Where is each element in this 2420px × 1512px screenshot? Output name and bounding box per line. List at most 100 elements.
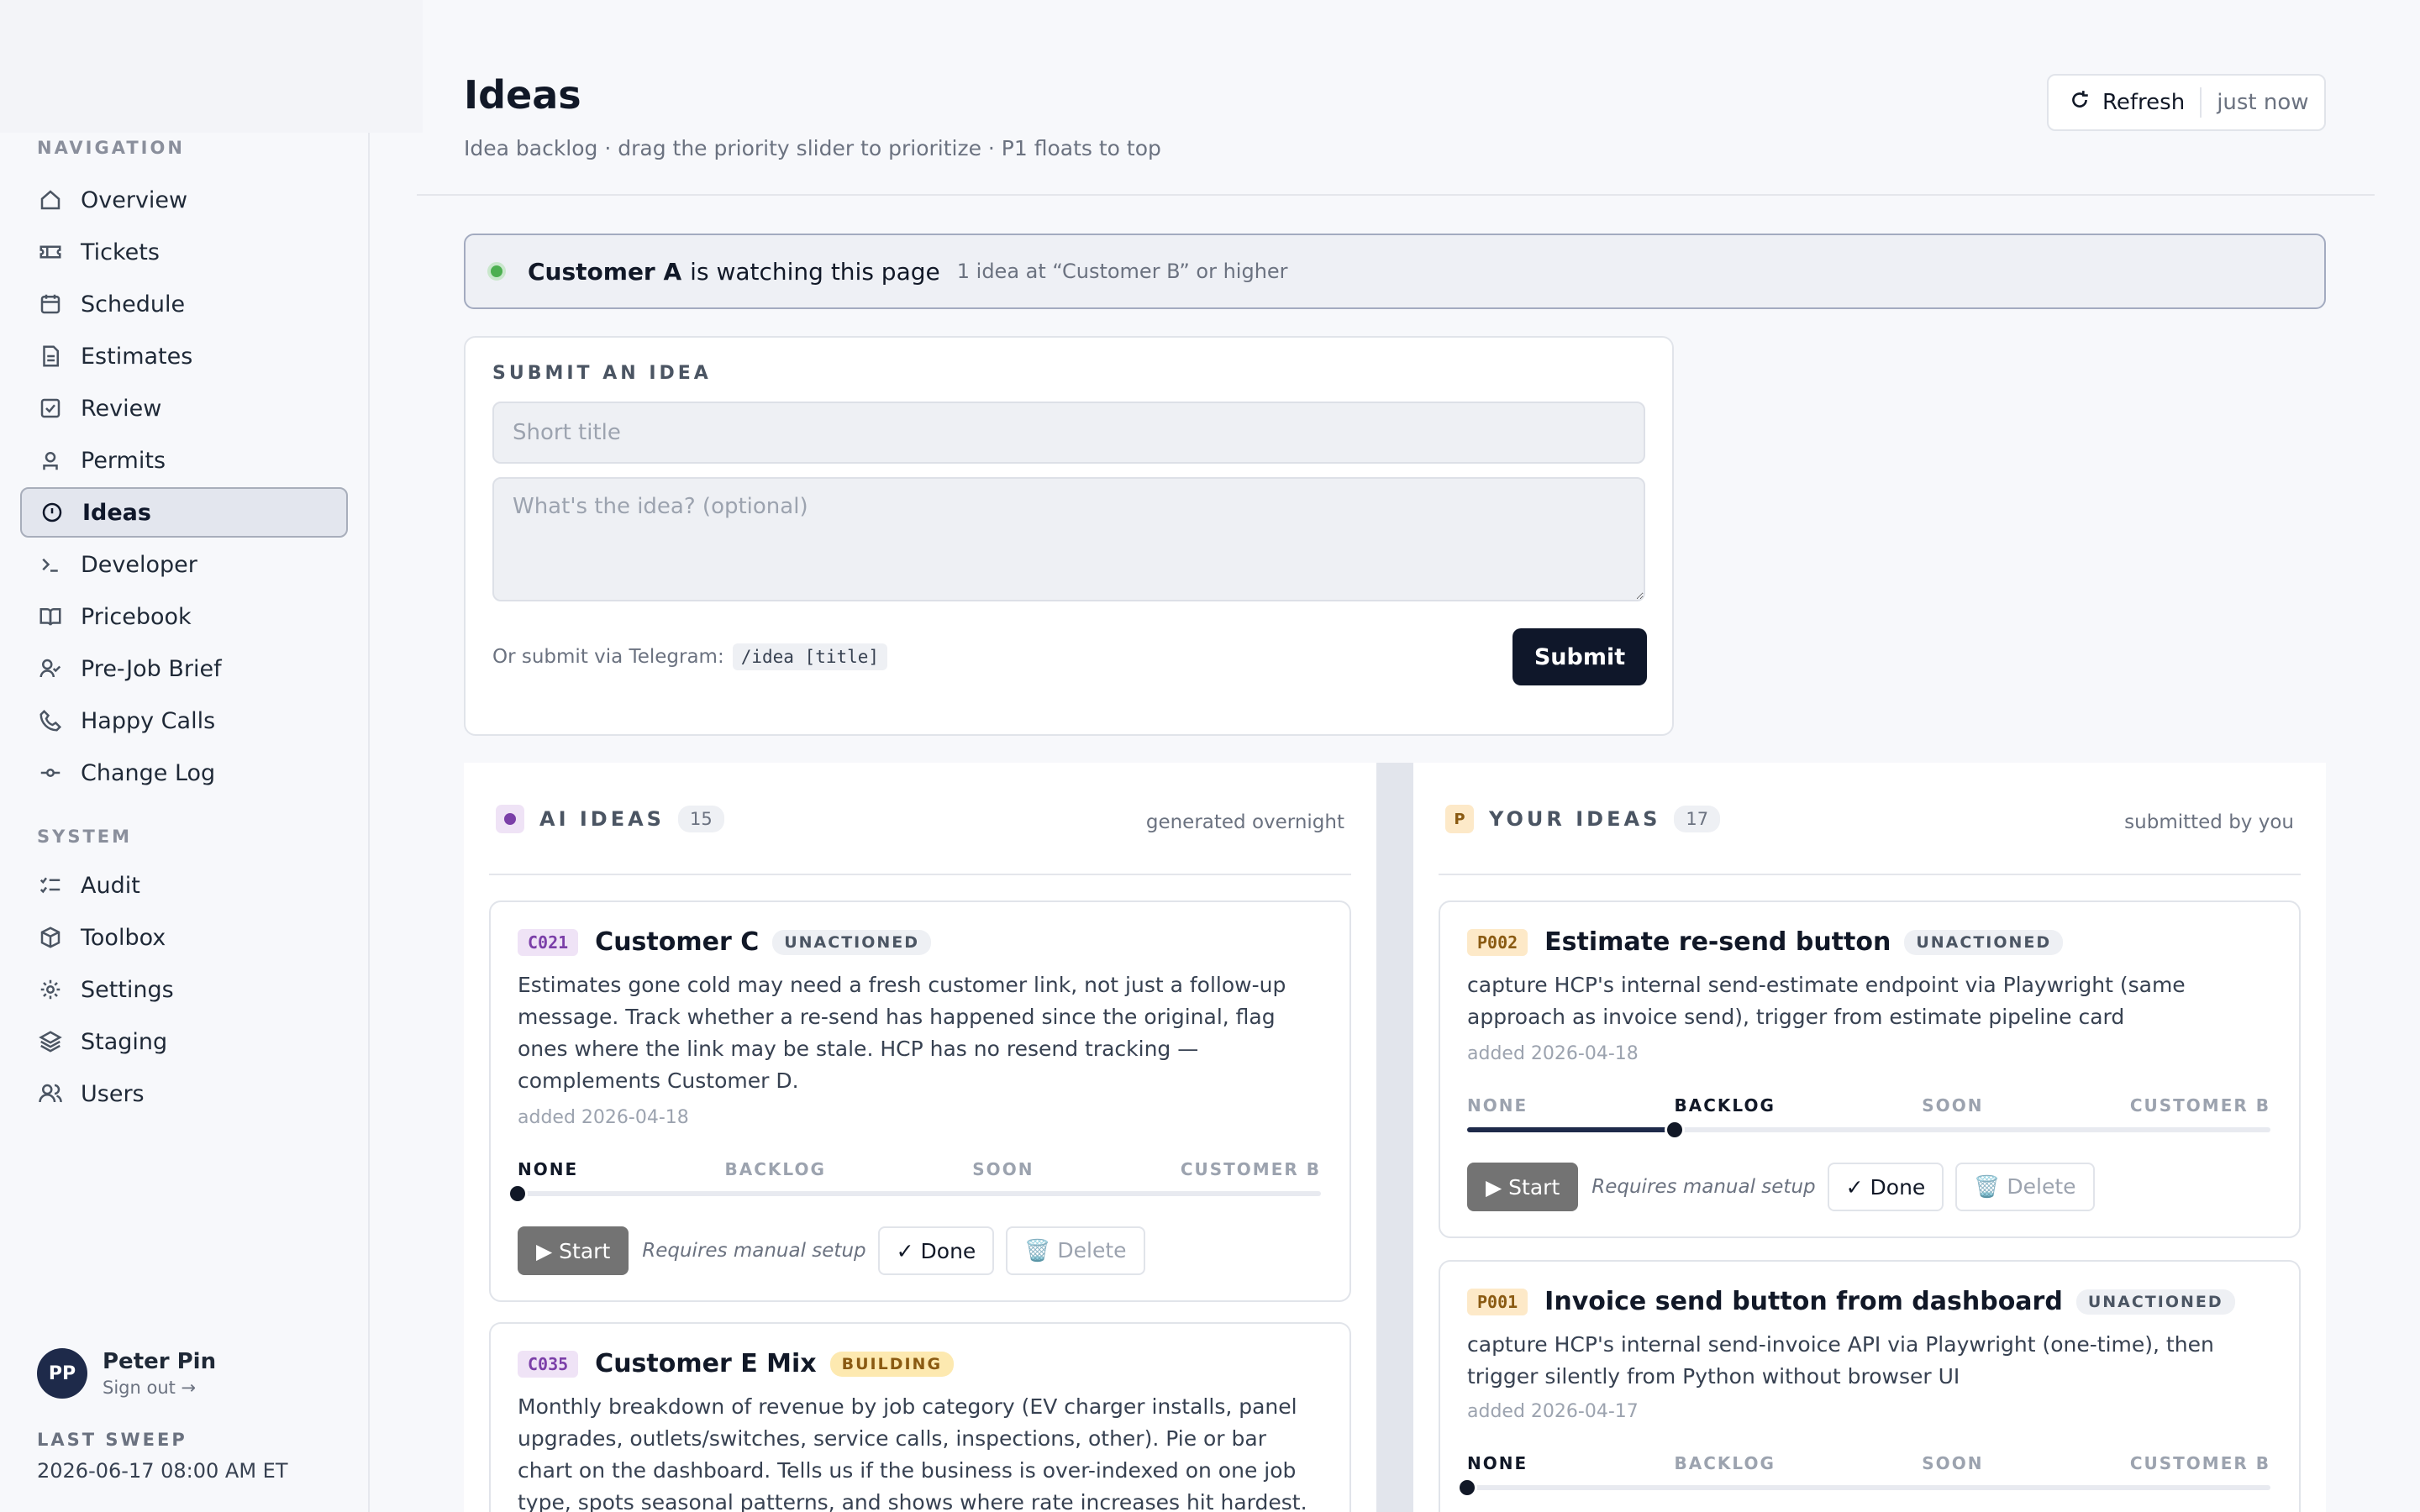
divider [1439, 874, 2301, 875]
delete-button[interactable]: 🗑️ Delete [1006, 1226, 1145, 1275]
priority-label-soon[interactable]: SOON [972, 1159, 1034, 1179]
delete-button[interactable]: 🗑️ Delete [1955, 1163, 2095, 1211]
idea-description-input[interactable] [492, 477, 1645, 601]
sidebar: NAVIGATION Overview Tickets Schedule Est… [0, 133, 370, 1512]
checklist-icon [37, 872, 64, 899]
last-refreshed: just now [2217, 90, 2309, 115]
priority-slider-handle[interactable] [508, 1184, 528, 1204]
idea-description: Estimates gone cold may need a fresh cus… [518, 973, 1286, 1093]
sidebar-item-users[interactable]: Users [20, 1068, 348, 1119]
sidebar-item-label: Schedule [81, 291, 186, 318]
checkbox-icon [37, 395, 64, 422]
telegram-command: /idea [title] [732, 643, 888, 670]
priority-slider[interactable] [508, 1184, 1321, 1204]
sidebar-item-happy-calls[interactable]: Happy Calls [20, 696, 348, 746]
priority-slider-handle[interactable] [1664, 1120, 1685, 1140]
refresh-button[interactable]: Refresh [2102, 90, 2185, 115]
calendar-icon [37, 291, 64, 318]
priority-label-none[interactable]: NONE [1467, 1095, 1528, 1116]
user-profile[interactable]: PP Peter Pin Sign out → [37, 1348, 216, 1399]
idea-card-header: P002 Estimate re-send button UNACTIONED [1467, 927, 2064, 957]
status-badge: UNACTIONED [2075, 1289, 2235, 1315]
priority-slider-fill [1467, 1127, 1675, 1132]
priority-label-none[interactable]: NONE [518, 1159, 578, 1179]
idea-title: Invoice send button from dashboard [1544, 1287, 2063, 1316]
ticket-icon [37, 239, 64, 265]
status-badge: UNACTIONED [1904, 929, 2064, 955]
submit-button[interactable]: Submit [1512, 628, 1647, 685]
priority-label-backlog[interactable]: BACKLOG [725, 1159, 826, 1179]
idea-description: Monthly breakdown of revenue by job cate… [518, 1394, 1307, 1512]
priority-label-customer-b[interactable]: CUSTOMER B [1181, 1159, 1321, 1179]
your-ideas-icon: P [1445, 805, 1474, 833]
priority-label-customer-b[interactable]: CUSTOMER B [2130, 1095, 2270, 1116]
idea-card-header: C035 Customer E Mix BUILDING [518, 1349, 955, 1378]
sidebar-item-label: Tickets [81, 239, 160, 265]
watching-text: is watching this page [690, 257, 940, 286]
sidebar-item-label: Happy Calls [81, 707, 216, 734]
priority-slider[interactable] [1467, 1120, 2270, 1140]
status-badge: UNACTIONED [772, 929, 932, 955]
priority-slider-handle[interactable] [1457, 1478, 1477, 1498]
idea-card-p001: P001 Invoice send button from dashboard … [1439, 1260, 2301, 1512]
sidebar-item-staging[interactable]: Staging [20, 1016, 348, 1067]
priority-label-soon[interactable]: SOON [1922, 1095, 1983, 1116]
sidebar-item-label: Audit [81, 872, 140, 899]
idea-title: Customer C [595, 927, 760, 957]
submit-heading: SUBMIT AN IDEA [492, 363, 712, 384]
sidebar-item-schedule[interactable]: Schedule [20, 279, 348, 329]
watcher-name: Customer A [528, 257, 682, 286]
idea-card-c021: C021 Customer C UNACTIONED Estimates gon… [489, 900, 1351, 1302]
idea-id-chip: P001 [1467, 1288, 1528, 1315]
page-subtitle: Idea backlog · drag the priority slider … [464, 136, 1161, 160]
watching-banner: Customer A is watching this page 1 idea … [464, 234, 2326, 309]
sidebar-item-toolbox[interactable]: Toolbox [20, 912, 348, 963]
sidebar-item-label: Permits [81, 447, 166, 474]
priority-label-backlog[interactable]: BACKLOG [1675, 1453, 1776, 1473]
idea-description: capture HCP's internal send-invoice API … [1467, 1332, 2214, 1389]
box-icon [37, 924, 64, 951]
priority-labels: NONE BACKLOG SOON CUSTOMER B [1467, 1453, 2270, 1473]
idea-date: added 2026-04-18 [518, 1107, 689, 1128]
sidebar-item-estimates[interactable]: Estimates [20, 331, 348, 381]
sidebar-item-label: Settings [81, 976, 174, 1003]
priority-label-none[interactable]: NONE [1467, 1453, 1528, 1473]
telegram-hint: Or submit via Telegram: /idea [title] [492, 643, 888, 670]
sign-out-link[interactable]: Sign out → [103, 1378, 216, 1398]
priority-label-soon[interactable]: SOON [1922, 1453, 1983, 1473]
sidebar-item-label: Developer [81, 551, 197, 578]
column-header: P YOUR IDEAS 17 [1445, 805, 1721, 833]
refresh-icon[interactable] [2069, 89, 2091, 117]
last-sweep-value: 2026-06-17 08:00 AM ET [37, 1459, 288, 1483]
sidebar-item-tickets[interactable]: Tickets [20, 227, 348, 277]
user-check-icon [37, 655, 64, 682]
priority-label-customer-b[interactable]: CUSTOMER B [2130, 1453, 2270, 1473]
sidebar-item-change-log[interactable]: Change Log [20, 748, 348, 798]
ai-ideas-icon [496, 805, 524, 833]
done-button[interactable]: ✓ Done [877, 1226, 995, 1275]
sidebar-item-permits[interactable]: Permits [20, 435, 348, 486]
start-button[interactable]: ▶ Start [1467, 1163, 1579, 1211]
start-button[interactable]: ▶ Start [518, 1226, 629, 1275]
sidebar-item-label: Users [81, 1080, 145, 1107]
home-icon [37, 186, 64, 213]
idea-title-input[interactable] [492, 402, 1645, 464]
sidebar-item-overview[interactable]: Overview [20, 175, 348, 225]
priority-slider[interactable] [1457, 1478, 2270, 1498]
sidebar-item-ideas[interactable]: Ideas [20, 487, 348, 538]
sidebar-item-review[interactable]: Review [20, 383, 348, 433]
sidebar-item-label: Pre-Job Brief [81, 655, 222, 682]
sidebar-item-audit[interactable]: Audit [20, 860, 348, 911]
column-divider [1376, 763, 1413, 1512]
priority-label-backlog[interactable]: BACKLOG [1675, 1095, 1776, 1116]
your-ideas-column: P YOUR IDEAS 17 submitted by you P002 Es… [1413, 763, 2326, 1512]
sidebar-item-settings[interactable]: Settings [20, 964, 348, 1015]
idea-title: Customer E Mix [595, 1349, 817, 1378]
sidebar-item-pre-job-brief[interactable]: Pre-Job Brief [20, 643, 348, 694]
sidebar-item-label: Overview [81, 186, 188, 213]
sidebar-item-label: Toolbox [81, 924, 166, 951]
sidebar-item-pricebook[interactable]: Pricebook [20, 591, 348, 642]
divider [2200, 87, 2202, 118]
sidebar-item-developer[interactable]: Developer [20, 539, 348, 590]
done-button[interactable]: ✓ Done [1827, 1163, 1944, 1211]
